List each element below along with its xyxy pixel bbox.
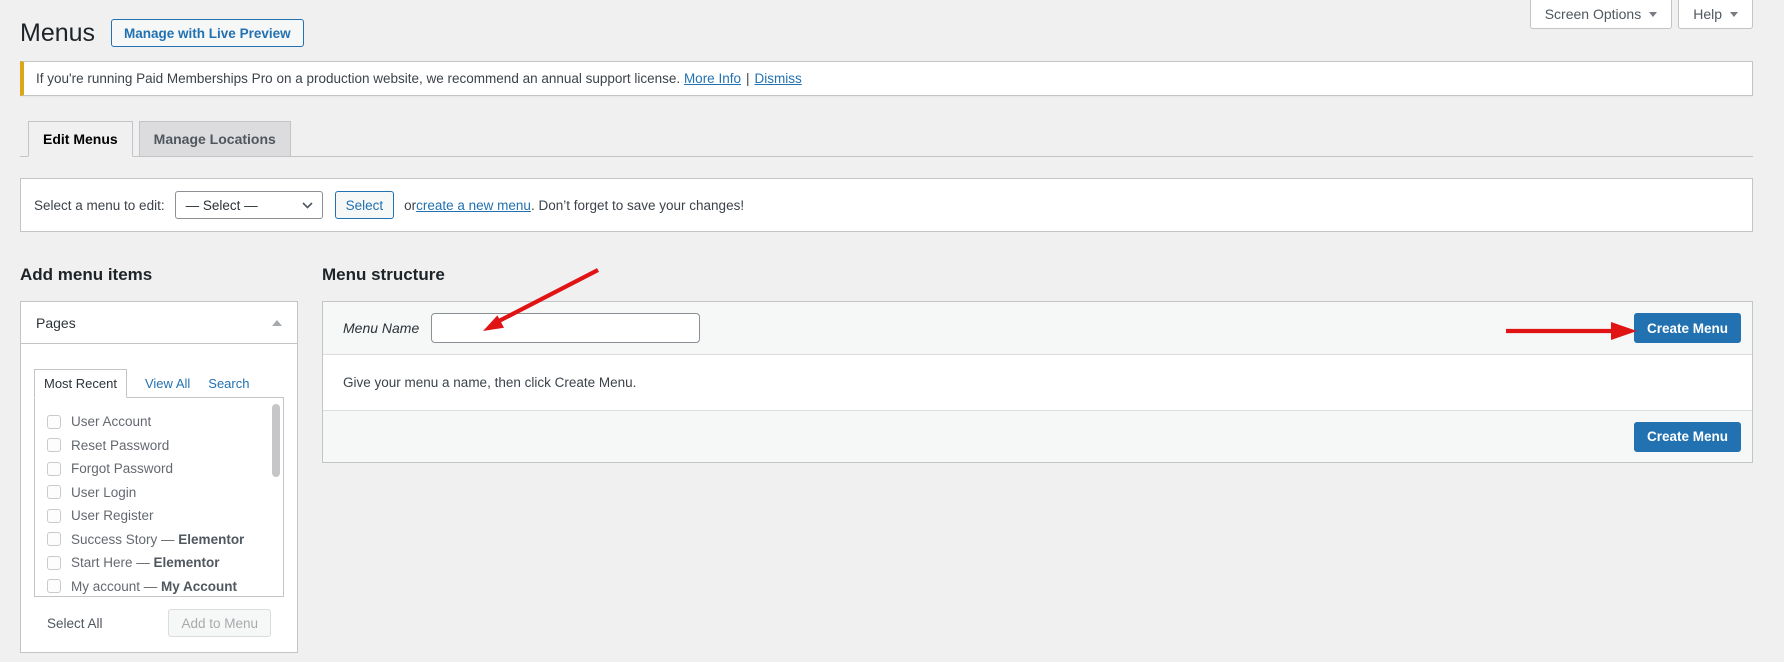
pages-list: User Account Reset Password Forgot Passw… [34,397,284,597]
pages-accordion-title: Pages [36,315,76,331]
menu-select-value: — Select — [186,198,258,213]
item-checkbox[interactable] [47,462,61,476]
content-columns: Add menu items Pages Most Recent View Al… [20,232,1753,653]
item-label: My account — [71,579,161,594]
pages-accordion-header[interactable]: Pages [21,302,297,344]
chevron-up-icon [272,320,282,326]
screen-meta: Screen Options Help [1530,0,1753,29]
help-label: Help [1693,6,1722,22]
item-state: Elementor [178,532,244,547]
list-item: Forgot Password [35,457,283,481]
list-item: User Account [35,410,283,434]
item-checkbox[interactable] [47,509,61,523]
menu-structure-footer: Create Menu [323,410,1752,462]
or-text: or [404,198,416,213]
menu-name-label: Menu Name [343,320,419,336]
menu-structure-column: Menu structure Menu Name Create Menu Giv… [322,232,1753,463]
tab-search[interactable]: Search [208,376,249,391]
menu-structure-panel: Menu Name Create Menu Give your menu a n… [322,301,1753,463]
item-label: Reset Password [71,438,169,453]
item-label: User Login [71,485,136,500]
screen-options-label: Screen Options [1545,6,1642,22]
item-label: User Account [71,414,151,429]
menu-instructions: Give your menu a name, then click Create… [323,355,1752,410]
menu-name-input[interactable] [431,313,700,343]
add-menu-items-heading: Add menu items [20,265,298,285]
list-item: User Login [35,481,283,505]
pages-tabs: Most Recent View All Search [34,369,284,397]
create-menu-button-bottom[interactable]: Create Menu [1634,422,1741,452]
list-item: Reset Password [35,434,283,458]
item-label: User Register [71,508,154,523]
chevron-down-icon [302,202,313,209]
tab-most-recent[interactable]: Most Recent [34,369,127,398]
add-to-menu-button[interactable]: Add to Menu [168,609,271,637]
plugin-notice: If you're running Paid Memberships Pro o… [20,61,1753,96]
manage-with-live-preview-button[interactable]: Manage with Live Preview [111,19,304,47]
select-button[interactable]: Select [335,191,395,219]
select-all-link[interactable]: Select All [47,616,103,631]
select-menu-bar: Select a menu to edit: — Select — Select… [20,178,1753,232]
menu-select-dropdown[interactable]: — Select — [175,191,323,219]
scrollbar-thumb[interactable] [272,404,280,477]
item-checkbox[interactable] [47,579,61,593]
item-checkbox[interactable] [47,415,61,429]
list-item: Start Here — Elementor [35,551,283,575]
item-label: Success Story — [71,532,178,547]
list-item: Success Story — Elementor [35,528,283,552]
item-state: Elementor [154,555,220,570]
page-header: Menus Manage with Live Preview [0,0,1784,48]
tab-edit-menus[interactable]: Edit Menus [28,121,133,157]
notice-separator: | [746,71,750,86]
tab-manage-locations[interactable]: Manage Locations [139,121,291,157]
select-menu-label: Select a menu to edit: [34,198,165,213]
pages-accordion: Pages Most Recent View All Search User A… [20,301,298,653]
pages-accordion-body: Most Recent View All Search User Account… [21,344,297,637]
item-checkbox[interactable] [47,532,61,546]
chevron-down-icon [1730,12,1738,17]
item-label: Forgot Password [71,461,173,476]
list-item: User Register [35,504,283,528]
more-info-link[interactable]: More Info [684,71,741,86]
menu-name-row: Menu Name Create Menu [323,302,1752,355]
item-state: My Account [161,579,237,594]
chevron-down-icon [1649,12,1657,17]
create-menu-button-top[interactable]: Create Menu [1634,313,1741,343]
save-changes-text: . Don’t forget to save your changes! [531,198,744,213]
page-title: Menus [20,18,95,48]
item-label: Start Here — [71,555,154,570]
tab-view-all[interactable]: View All [145,376,190,391]
screen-options-button[interactable]: Screen Options [1530,0,1673,29]
list-item: My account — My Account [35,575,283,598]
menu-structure-heading: Menu structure [322,265,1753,285]
pages-footer: Select All Add to Menu [34,597,284,637]
nav-tabs: Edit Menus Manage Locations [20,121,1753,157]
create-new-menu-link[interactable]: create a new menu [416,198,531,213]
notice-text: If you're running Paid Memberships Pro o… [36,71,684,86]
help-button[interactable]: Help [1678,0,1753,29]
item-checkbox[interactable] [47,556,61,570]
item-checkbox[interactable] [47,485,61,499]
add-menu-items-column: Add menu items Pages Most Recent View Al… [20,232,298,653]
item-checkbox[interactable] [47,438,61,452]
dismiss-link[interactable]: Dismiss [754,71,801,86]
